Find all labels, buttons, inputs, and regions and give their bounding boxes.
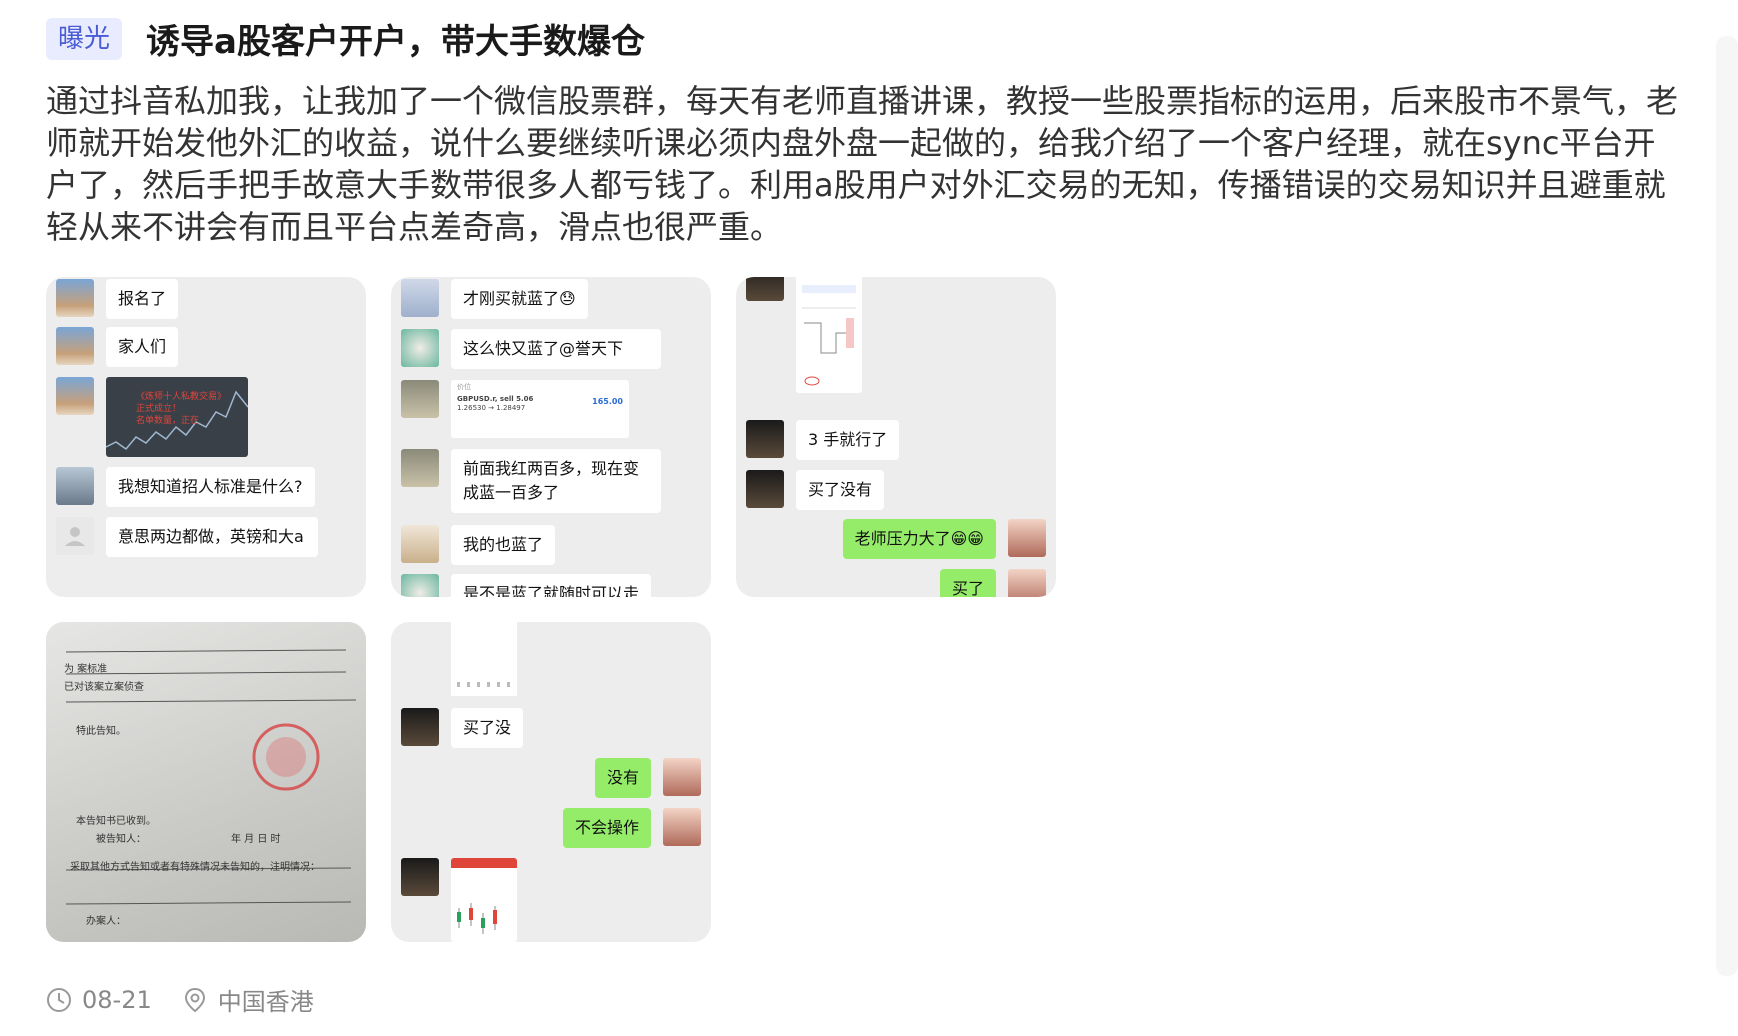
avatar	[401, 449, 439, 487]
chat-bubble: 买了没	[451, 708, 524, 748]
chat-bubble: 这么快又蓝了@誉天下	[451, 329, 661, 369]
chat-message	[746, 277, 862, 393]
avatar	[401, 858, 439, 896]
scrollbar[interactable]	[1716, 36, 1738, 976]
chat-bubble: 不会操作	[562, 808, 651, 848]
avatar	[746, 470, 784, 508]
chat-bubble: 老师压力大了😁😁	[842, 519, 996, 559]
chat-message: 前面我红两百多，现在变成蓝一百多了	[401, 449, 661, 513]
post-header: 曝光 诱导a股客户开户，带大手数爆仓	[46, 14, 645, 63]
chat-message: 意思两边都做，英镑和大a	[56, 517, 318, 557]
chat-message: 报名了	[56, 279, 179, 319]
chat-message: 价位 GBPUSD.r, sell 5.06 1.26530 → 1.28497…	[401, 380, 629, 438]
date-text: 08-21	[82, 985, 152, 1014]
avatar	[56, 377, 94, 415]
avatar	[401, 329, 439, 367]
avatar	[401, 525, 439, 563]
chat-bubble: 前面我红两百多，现在变成蓝一百多了	[451, 449, 661, 513]
chat-message	[401, 858, 517, 942]
location-text: 中国香港	[217, 988, 314, 1016]
document-line: 为 案标准	[64, 664, 108, 675]
app-screenshot	[451, 858, 517, 942]
image-caption: 《炼师十人私教交易》	[136, 392, 227, 402]
avatar	[746, 277, 784, 301]
avatar	[401, 380, 439, 418]
avatar	[401, 708, 439, 746]
chat-message: 老师压力大了😁😁	[842, 519, 1046, 559]
screenshot-card-5[interactable]: 买了没 没有 不会操作	[391, 622, 711, 942]
chat-message: 买了	[939, 569, 1046, 597]
app-screenshot	[451, 622, 517, 696]
trade-screenshot: 价位 GBPUSD.r, sell 5.06 1.26530 → 1.28497…	[451, 380, 629, 438]
clock-icon	[47, 987, 71, 1012]
post-footer: 08-21 中国香港	[46, 982, 344, 1017]
screenshot-card-4[interactable]: 为 案标准 已对该案立案侦查 特此告知。 本告知书已收到。 被告知人： 年 月 …	[46, 622, 366, 942]
chat-bubble: 买了	[939, 569, 996, 597]
avatar	[746, 420, 784, 458]
chat-bubble: 是不是蓝了就随时可以走	[451, 574, 652, 597]
avatar	[663, 758, 701, 796]
post-content: 通过抖音私加我，让我加了一个微信股票群，每天有老师直播讲课，教授一些股票指标的运…	[46, 82, 1679, 246]
avatar	[663, 808, 701, 846]
avatar	[401, 574, 439, 597]
chat-bubble: 报名了	[106, 279, 179, 319]
document-line: 采取其他方式告知或者有特殊情况未告知的，注明情况：	[70, 862, 320, 873]
chat-message: 我想知道招人标准是什么?	[56, 467, 315, 507]
document-line: 特此告知。	[76, 726, 126, 737]
chat-message: 《炼师十人私教交易》 正式成立！ 名单数量，正在	[56, 377, 248, 457]
document-line: 被告知人：	[96, 834, 146, 845]
chat-message: 是不是蓝了就随时可以走	[401, 574, 652, 597]
chat-message: 不会操作	[562, 808, 701, 848]
avatar	[56, 327, 94, 365]
document-line: 办案人：	[86, 916, 126, 927]
exposure-tag[interactable]: 曝光	[46, 17, 123, 60]
chat-message: 买了没有	[746, 470, 885, 510]
screenshot-card-1[interactable]: 报名了 家人们 《炼师十人私教交易》 正式成立！ 名单数量，正在 我想知道招人标…	[46, 277, 366, 597]
avatar	[1008, 519, 1046, 557]
image-caption: 正式成立！	[136, 404, 182, 414]
trade-prices: 1.26530 → 1.28497	[457, 404, 526, 412]
chart-image: 《炼师十人私教交易》 正式成立！ 名单数量，正在	[106, 377, 248, 457]
chat-bubble: 才刚买就蓝了😓	[451, 279, 588, 319]
chat-message: 这么快又蓝了@誉天下	[401, 329, 661, 369]
app-screenshot	[796, 277, 862, 393]
image-caption: 名单数量，正在	[136, 416, 200, 426]
screenshot-card-3[interactable]: 3 手就行了 买了没有 老师压力大了😁😁 买了	[736, 277, 1056, 597]
chat-message: 买了没	[401, 708, 524, 748]
post-location: 中国香港	[182, 982, 314, 1017]
trade-symbol: GBPUSD.r, sell 5.06	[457, 395, 534, 403]
screenshot-card-2[interactable]: 才刚买就蓝了😓 这么快又蓝了@誉天下 价位 GBPUSD.r, sell 5.0…	[391, 277, 711, 597]
chat-bubble: 买了没有	[796, 470, 885, 510]
avatar	[401, 279, 439, 317]
chat-bubble: 没有	[594, 758, 651, 798]
avatar	[1008, 569, 1046, 597]
chat-bubble: 3 手就行了	[796, 420, 900, 460]
chat-bubble: 我想知道招人标准是什么?	[106, 467, 315, 507]
document-line: 本告知书已收到。	[76, 816, 156, 827]
document-line: 年 月 日 时	[231, 834, 281, 845]
document-line: 已对该案立案侦查	[64, 682, 144, 693]
default-avatar-icon	[56, 517, 94, 555]
chat-message: 家人们	[56, 327, 179, 367]
chat-message: 才刚买就蓝了😓	[401, 279, 588, 319]
trade-value: 165.00	[592, 397, 623, 406]
post-title: 诱导a股客户开户，带大手数爆仓	[146, 22, 645, 62]
chat-bubble: 家人们	[106, 327, 179, 367]
trade-label: 价位	[457, 383, 471, 391]
avatar	[56, 279, 94, 317]
chat-message: 我的也蓝了	[401, 525, 556, 565]
chat-message: 3 手就行了	[746, 420, 900, 460]
avatar	[56, 467, 94, 505]
chat-bubble: 我的也蓝了	[451, 525, 556, 565]
post-date: 08-21	[46, 986, 152, 1014]
chat-bubble: 意思两边都做，英镑和大a	[106, 517, 318, 557]
location-pin-icon	[184, 987, 205, 1012]
chat-message: 没有	[594, 758, 701, 798]
